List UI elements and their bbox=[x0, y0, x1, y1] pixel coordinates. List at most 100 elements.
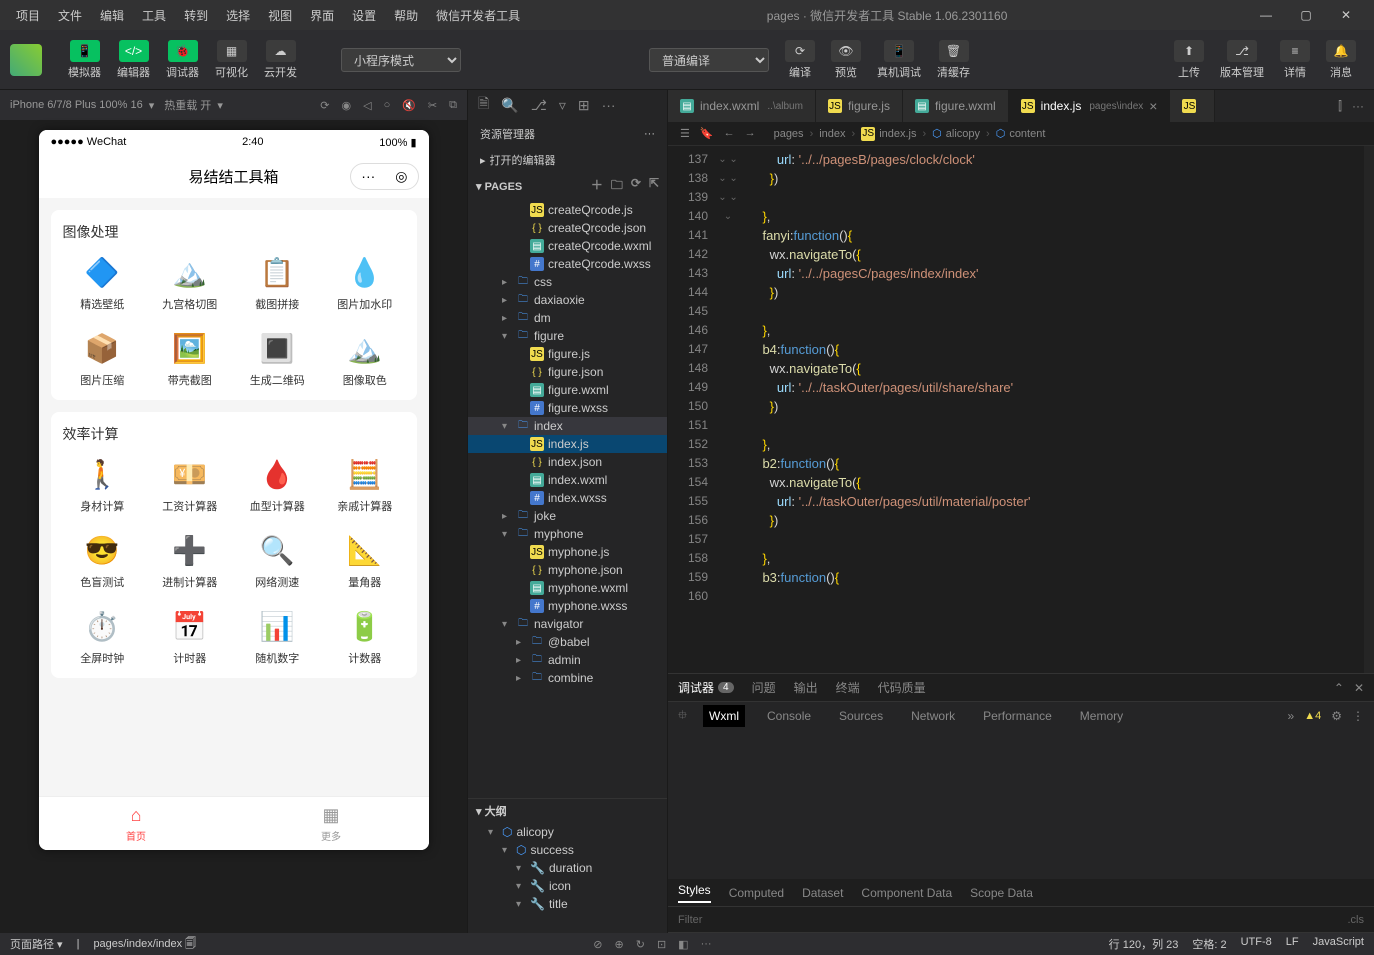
app-网络测速[interactable]: 🔍网络测速 bbox=[238, 532, 318, 590]
outline-section[interactable]: ▾ 大纲 bbox=[468, 798, 667, 823]
app-九宫格切图[interactable]: 🏔️九宫格切图 bbox=[150, 254, 230, 312]
new-file-icon[interactable]: ＋ bbox=[591, 176, 603, 197]
tool-清缓存[interactable]: 🗑清缓存 bbox=[929, 36, 978, 84]
app-随机数字[interactable]: 📊随机数字 bbox=[238, 608, 318, 666]
app-带壳截图[interactable]: 🖼️带壳截图 bbox=[150, 330, 230, 388]
file-figure.js[interactable]: JS figure.js bbox=[468, 345, 667, 363]
styles-tab-Component Data[interactable]: Component Data bbox=[861, 886, 952, 900]
sb-icon[interactable]: ⊘ bbox=[593, 938, 602, 951]
devtab-Console[interactable]: Console bbox=[761, 705, 817, 727]
panel-tab-代码质量[interactable]: 代码质量 bbox=[878, 679, 926, 696]
outline-icon[interactable]: ▾🔧 icon bbox=[468, 877, 667, 895]
branch-icon[interactable]: ⎇ bbox=[531, 97, 547, 114]
outline-alicopy[interactable]: ▾⬡ alicopy bbox=[468, 823, 667, 841]
tool-编辑器[interactable]: </>编辑器 bbox=[109, 36, 158, 84]
capsule-menu[interactable]: ···◎ bbox=[350, 163, 418, 190]
search-icon[interactable]: 🔍 bbox=[501, 97, 518, 114]
app-截图拼接[interactable]: 📋截图拼接 bbox=[238, 254, 318, 312]
menu-文件[interactable]: 文件 bbox=[50, 3, 90, 28]
split-icon[interactable]: ⫿ bbox=[1338, 99, 1342, 114]
app-量角器[interactable]: 📐量角器 bbox=[325, 532, 405, 590]
tab-index.wxml[interactable]: ▤ index.wxml..\album bbox=[668, 90, 816, 122]
file-myphone.json[interactable]: { } myphone.json bbox=[468, 561, 667, 579]
menu-设置[interactable]: 设置 bbox=[344, 3, 384, 28]
tab-figure.js[interactable]: JS figure.js bbox=[816, 90, 903, 122]
menu-视图[interactable]: 视图 bbox=[260, 3, 300, 28]
tool-编译[interactable]: ⟳编译 bbox=[777, 36, 823, 84]
project-root[interactable]: ▾ PAGES ＋ 🗀 ⟳ ⇱ bbox=[468, 172, 667, 201]
more-icon[interactable]: ··· bbox=[602, 97, 616, 113]
status-UTF-8[interactable]: UTF-8 bbox=[1241, 936, 1272, 952]
bc-content[interactable]: ⬡ content bbox=[996, 127, 1046, 140]
tool-版本管理[interactable]: ⎇版本管理 bbox=[1212, 36, 1272, 84]
file-myphone.wxml[interactable]: ▤ myphone.wxml bbox=[468, 579, 667, 597]
devtab-Memory[interactable]: Memory bbox=[1074, 705, 1129, 727]
warning-badge[interactable]: ▲4 bbox=[1304, 710, 1321, 722]
file-joke[interactable]: ▸🗀 joke bbox=[468, 507, 667, 525]
status-LF[interactable]: LF bbox=[1286, 936, 1299, 952]
code-editor[interactable]: 137 138 139 140 141 142 143 144 145 146 … bbox=[668, 146, 1374, 673]
file-createQrcode.wxss[interactable]: # createQrcode.wxss bbox=[468, 255, 667, 273]
app-计数器[interactable]: 🔋计数器 bbox=[325, 608, 405, 666]
status-JavaScript[interactable]: JavaScript bbox=[1313, 936, 1364, 952]
float-icon[interactable]: ⧉ bbox=[449, 99, 457, 112]
maximize-button[interactable]: ▢ bbox=[1286, 0, 1326, 30]
app-血型计算器[interactable]: 🩸血型计算器 bbox=[238, 456, 318, 514]
nav-fwd-icon[interactable]: → bbox=[745, 127, 756, 140]
filter-input[interactable]: Filter bbox=[678, 914, 702, 926]
inspect-icon[interactable]: ⯐ bbox=[678, 708, 687, 722]
nav-back-icon[interactable]: ← bbox=[724, 127, 735, 140]
app-图像取色[interactable]: 🏔️图像取色 bbox=[325, 330, 405, 388]
bc-index[interactable]: index bbox=[819, 128, 845, 140]
extension-icon[interactable]: ⊞ bbox=[578, 97, 590, 114]
open-editors-section[interactable]: ▸ 打开的编辑器 bbox=[468, 148, 667, 172]
file-index.json[interactable]: { } index.json bbox=[468, 453, 667, 471]
app-生成二维码[interactable]: 🔳生成二维码 bbox=[238, 330, 318, 388]
outline-success[interactable]: ▾⬡ success bbox=[468, 841, 667, 859]
sb-icon[interactable]: ⊡ bbox=[657, 938, 666, 951]
file-index.wxml[interactable]: ▤ index.wxml bbox=[468, 471, 667, 489]
file-figure.json[interactable]: { } figure.json bbox=[468, 363, 667, 381]
menu-选择[interactable]: 选择 bbox=[218, 3, 258, 28]
file-figure.wxss[interactable]: # figure.wxss bbox=[468, 399, 667, 417]
panel-tab-调试器[interactable]: 调试器 4 bbox=[678, 679, 734, 696]
file-createQrcode.wxml[interactable]: ▤ createQrcode.wxml bbox=[468, 237, 667, 255]
tool-云开发[interactable]: ☁云开发 bbox=[256, 36, 305, 84]
file-tree[interactable]: JS createQrcode.js{ } createQrcode.json▤… bbox=[468, 201, 667, 798]
tab-[interactable]: JS bbox=[1170, 90, 1215, 122]
hotreload-toggle[interactable]: 热重载 开 ▾ bbox=[164, 97, 223, 113]
files-icon[interactable]: 🗎 bbox=[478, 93, 489, 117]
tool-预览[interactable]: 👁预览 bbox=[823, 36, 869, 84]
devtab-Wxml[interactable]: Wxml bbox=[703, 705, 745, 727]
collapse-icon[interactable]: ⇱ bbox=[649, 176, 659, 197]
file-figure[interactable]: ▾🗀 figure bbox=[468, 327, 667, 345]
expand-icon[interactable]: » bbox=[1288, 709, 1295, 723]
tab-index.js[interactable]: JS index.jspages\index × bbox=[1009, 90, 1171, 122]
device-select[interactable]: iPhone 6/7/8 Plus 100% 16 ▾ bbox=[10, 99, 154, 112]
refresh-icon[interactable]: ⟳ bbox=[320, 99, 329, 112]
tool-调试器[interactable]: 🐞调试器 bbox=[158, 36, 207, 84]
file-css[interactable]: ▸🗀 css bbox=[468, 273, 667, 291]
chevron-up-icon[interactable]: ⌃ bbox=[1334, 681, 1344, 695]
app-工资计算器[interactable]: 💴工资计算器 bbox=[150, 456, 230, 514]
marker-icon[interactable]: ▿ bbox=[559, 97, 566, 114]
panel-tab-终端[interactable]: 终端 bbox=[836, 679, 860, 696]
minimize-button[interactable]: — bbox=[1246, 0, 1286, 30]
styles-tab-Styles[interactable]: Styles bbox=[678, 883, 711, 903]
more-icon[interactable]: ··· bbox=[1352, 99, 1364, 113]
file-index[interactable]: ▾🗀 index bbox=[468, 417, 667, 435]
tab-home[interactable]: ⌂首页 bbox=[39, 797, 234, 850]
bc-pages[interactable]: pages bbox=[774, 128, 804, 140]
file-daxiaoxie[interactable]: ▸🗀 daxiaoxie bbox=[468, 291, 667, 309]
code-content[interactable]: url: '../../pagesB/pages/clock/clock' })… bbox=[738, 146, 1364, 673]
styles-tab-Computed[interactable]: Computed bbox=[729, 886, 784, 900]
menu-编辑[interactable]: 编辑 bbox=[92, 3, 132, 28]
mute-icon[interactable]: 🔇 bbox=[402, 99, 416, 112]
fold-gutter[interactable]: ⌄ ⌄ ⌄ ⌄ ⌄ ⌄ ⌄ bbox=[718, 146, 738, 673]
menu-界面[interactable]: 界面 bbox=[302, 3, 342, 28]
home-icon[interactable]: ○ bbox=[384, 99, 391, 112]
page-path[interactable]: pages/index/index 🗐 bbox=[93, 935, 196, 954]
phone-content[interactable]: 图像处理 🔷精选壁纸🏔️九宫格切图📋截图拼接💧图片加水印📦图片压缩🖼️带壳截图🔳… bbox=[39, 198, 429, 796]
file-dm[interactable]: ▸🗀 dm bbox=[468, 309, 667, 327]
app-精选壁纸[interactable]: 🔷精选壁纸 bbox=[63, 254, 143, 312]
